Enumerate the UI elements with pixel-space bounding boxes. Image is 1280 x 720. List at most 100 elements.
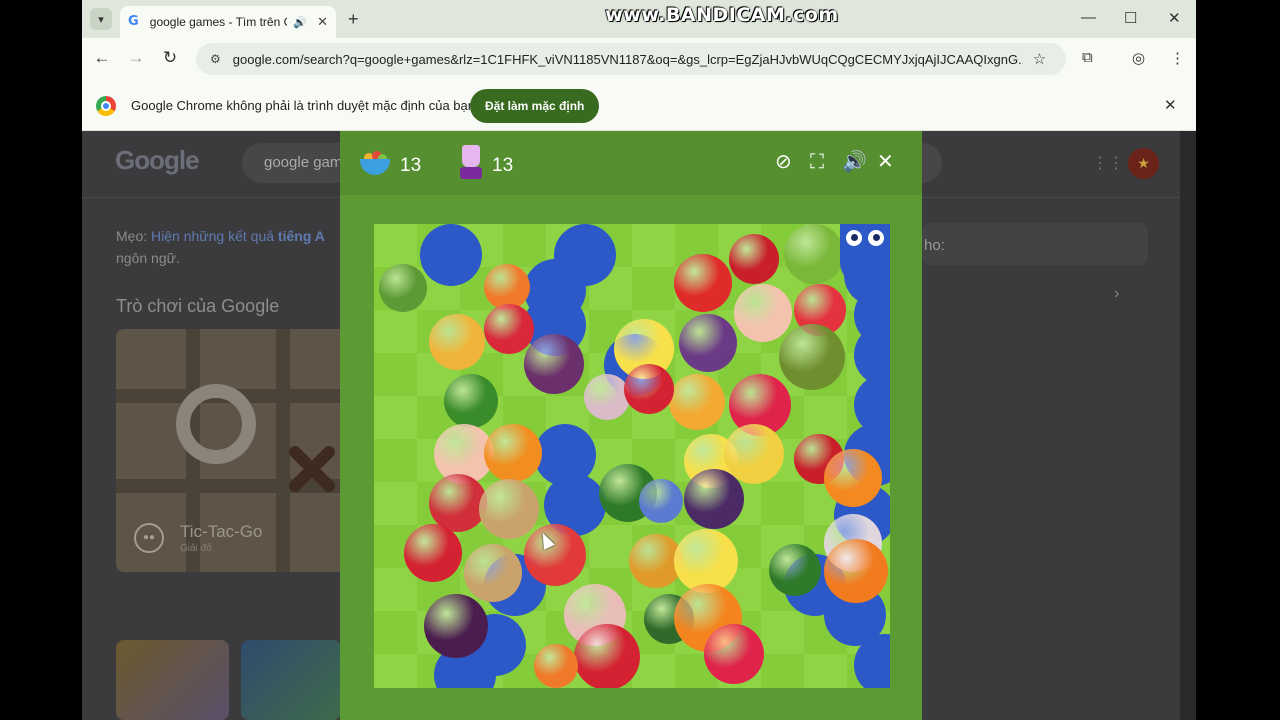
tab-title: google games - Tìm trên Google [149,15,288,29]
tab-search-button[interactable]: ▾ [90,8,112,30]
profile-icon[interactable]: ◎ [1132,49,1145,67]
board-tile [761,611,804,654]
minimize-button[interactable]: — [1081,9,1096,26]
tip-link[interactable]: Hiện những kết quả [151,228,278,244]
fruit-item [684,469,744,529]
reload-button[interactable]: ↻ [159,48,181,68]
fruit-item [444,374,498,428]
board-tile [374,224,417,267]
board-tile [804,396,847,439]
fruit-item [674,254,732,312]
board-tile [804,654,847,688]
snake-body-segment [420,224,482,286]
board-line [116,479,346,493]
board-tile [374,396,417,439]
default-browser-infobar: Google Chrome không phải là trình duyệt … [82,80,1196,131]
fruit-item [404,524,462,582]
fruit-item [574,624,640,688]
google-favicon-icon: G [128,14,139,29]
fruit-item [734,284,792,342]
snake-head [840,224,890,286]
fruit-item [479,479,539,539]
smoothie-score: 13 [492,155,514,176]
game-icon: ●● [134,523,164,553]
speaker-icon[interactable]: 🔊 [293,16,307,29]
fruit-item [464,544,522,602]
close-window-button[interactable]: ✕ [1168,9,1181,27]
fruit-item [669,374,725,430]
board-tile [374,654,417,688]
tip-prefix: Mẹo: [116,228,152,244]
tab-close-button[interactable]: ✕ [317,14,328,30]
snake-eye [868,230,884,246]
card-subtitle: Giải đố [180,543,212,554]
back-button[interactable]: ← [91,48,113,68]
tip-language-link[interactable]: tiếng A [278,228,325,244]
card-title: Tic-Tac-Go [180,522,263,541]
address-bar[interactable]: ⚙ google.com/search?q=google+games&rlz=1… [196,43,1066,75]
fruit-item [429,314,485,370]
fruit-item [639,479,683,523]
games-heading: Trò chơi của Google [116,296,280,316]
fruit-item [784,224,844,284]
fruit-bowl-icon [360,149,390,175]
extensions-icon[interactable]: ⧉ [1082,49,1093,66]
fruit-item [429,474,487,532]
fruit-item [524,524,586,586]
watermark: www.BANDICAM.com [605,4,839,26]
browser-window: ▾ G google games - Tìm trên Google 🔊 ✕ +… [82,0,1196,720]
side-panel-text: ho: [924,237,945,254]
fruit-item [824,539,888,603]
game-board[interactable] [374,224,890,688]
sound-icon[interactable]: 🔊 [842,151,867,173]
fruit-item [769,544,821,596]
fruit-item [679,314,737,372]
new-tab-button[interactable]: + [348,9,359,30]
fruit-item [704,624,764,684]
search-results-page: Google google games ⋮⋮⋮ ★ Mẹo: Hiện nhữn… [82,131,1196,720]
infobar-close-icon[interactable]: ✕ [1164,96,1177,114]
tip-suffix: ngôn ngữ. [116,250,180,266]
chevron-right-icon[interactable]: › [1114,285,1119,303]
board-tile [374,310,417,353]
page-scrollbar[interactable] [1180,131,1196,720]
chrome-logo-icon [96,96,116,116]
fruit-item [484,424,542,482]
fruit-item [379,264,427,312]
side-panel-box [922,223,1148,265]
snake-eye [846,230,862,246]
browser-toolbar: ← → ↻ ⚙ google.com/search?q=google+games… [82,38,1196,80]
board-tile [374,482,417,525]
game-thumbnail[interactable] [116,640,229,720]
blender-icon [460,145,482,179]
fruit-item [534,644,578,688]
game-header: 13 13 ⊘ ⛶ 🔊 ✕ [340,131,922,195]
game-thumbnail[interactable] [241,640,341,720]
maximize-button[interactable]: ☐ [1124,9,1137,27]
site-info-icon[interactable]: ⚙ [210,52,221,66]
fruit-item [484,304,534,354]
tic-tac-go-card[interactable]: ●● Tic-Tac-Go Giải đố [116,329,346,572]
board-tile [589,525,632,568]
infobar-message: Google Chrome không phải là trình duyệt … [131,98,475,113]
bookmark-star-icon[interactable]: ☆ [1033,50,1046,68]
fruit-item [779,324,845,390]
fruit-score: 13 [400,155,422,176]
tab-google-games[interactable]: G google games - Tìm trên Google 🔊 ✕ [120,6,336,38]
close-game-icon[interactable]: ✕ [877,151,894,173]
fruit-item [424,594,488,658]
google-logo[interactable]: Google [115,145,200,176]
set-default-button[interactable]: Đặt làm mặc định [470,89,600,123]
fullscreen-icon[interactable]: ⛶ [810,151,824,173]
snake-game-overlay: 13 13 ⊘ ⛶ 🔊 ✕ [340,131,922,720]
forward-button[interactable]: → [125,48,147,68]
avatar[interactable]: ★ [1128,148,1159,179]
fruit-item [824,449,882,507]
board-tile [632,224,675,267]
url-text: google.com/search?q=google+games&rlz=1C1… [232,51,1023,67]
fruit-item [584,374,630,420]
board-tile [374,568,417,611]
block-icon[interactable]: ⊘ [775,151,792,173]
menu-kebab-icon[interactable]: ⋮ [1170,49,1185,67]
fruit-item [524,334,584,394]
